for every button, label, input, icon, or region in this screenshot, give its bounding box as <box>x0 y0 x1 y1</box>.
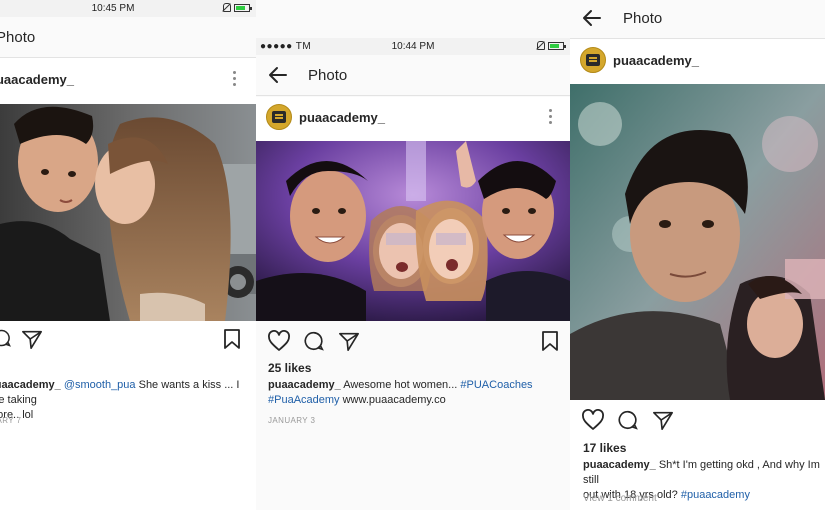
battery-icon <box>548 41 566 50</box>
back-arrow-icon[interactable] <box>582 8 602 28</box>
caption-hashtag[interactable]: #PuaAcademy <box>268 394 340 406</box>
page-title: Photo <box>623 10 663 27</box>
caption-link: www.puaacademy.co <box>339 394 446 406</box>
post-photo[interactable] <box>0 104 256 321</box>
post-header: puaacademy_ <box>256 97 570 141</box>
likes-count[interactable]: 25 likes <box>268 361 311 375</box>
status-icons <box>222 3 252 12</box>
page-title: Photo <box>0 29 36 46</box>
post-actions <box>570 406 825 436</box>
caption-mention[interactable]: @smooth_pua <box>64 379 136 391</box>
status-icons <box>536 41 566 50</box>
post-username[interactable]: puaacademy_ <box>0 72 74 87</box>
post-date: JANUARY 7 <box>0 416 22 425</box>
share-icon[interactable] <box>652 409 674 431</box>
app-bar: Photo <box>0 17 256 58</box>
bookmark-icon[interactable] <box>541 330 559 352</box>
post-date: JANUARY 3 <box>268 416 316 425</box>
more-options-icon[interactable] <box>547 109 553 127</box>
comment-icon[interactable] <box>303 330 325 352</box>
app-bar: Photo <box>570 0 825 39</box>
caption-username[interactable]: puaacademy_ <box>583 459 656 471</box>
bell-off-icon <box>222 3 231 12</box>
post-caption: puaacademy_ @smooth_pua She wants a kiss… <box>0 378 256 423</box>
post-photo[interactable] <box>570 84 825 400</box>
left-post-screen: 10:45 PM Photo puaacademy_ <box>0 0 256 510</box>
comment-icon[interactable] <box>617 409 639 431</box>
bookmark-icon[interactable] <box>223 328 241 350</box>
status-time: 10:44 PM <box>391 41 435 52</box>
battery-icon <box>234 3 252 12</box>
post-header: puaacademy_ <box>0 59 256 103</box>
view-comments-link[interactable]: View 1 comment <box>583 493 657 504</box>
page-title: Photo <box>308 67 348 84</box>
bell-off-icon <box>536 41 545 50</box>
post-actions <box>256 327 570 357</box>
avatar[interactable] <box>266 104 292 130</box>
right-post-screen: Photo puaacademy_ 17 likes puaacademy_ S… <box>570 0 825 510</box>
status-bar: 10:45 PM <box>0 0 256 17</box>
comment-icon[interactable] <box>0 328 12 348</box>
middle-post-screen: ●●●●● TM 10:44 PM Photo puaacademy_ 25 l… <box>256 0 570 510</box>
share-icon[interactable] <box>21 328 43 350</box>
caption-username[interactable]: puaacademy_ <box>0 379 61 391</box>
caption-hashtag[interactable]: #PUACoaches <box>460 379 532 391</box>
post-username[interactable]: puaacademy_ <box>299 110 385 125</box>
caption-username[interactable]: puaacademy_ <box>268 379 341 391</box>
post-username[interactable]: puaacademy_ <box>613 53 699 68</box>
post-actions <box>0 324 256 354</box>
caption-hashtag[interactable]: #puaacademy <box>681 489 750 501</box>
post-photo[interactable] <box>256 141 570 321</box>
status-time: 10:45 PM <box>91 3 135 14</box>
share-icon[interactable] <box>338 330 360 352</box>
status-bar: ●●●●● TM 10:44 PM <box>256 38 570 55</box>
heart-icon[interactable] <box>581 409 605 431</box>
back-arrow-icon[interactable] <box>268 65 288 85</box>
caption-text: Awesome hot women... <box>340 379 461 391</box>
more-options-icon[interactable] <box>231 71 237 89</box>
avatar[interactable] <box>580 47 606 73</box>
heart-icon[interactable] <box>267 330 291 352</box>
post-caption: puaacademy_ Awesome hot women... #PUACoa… <box>268 378 568 408</box>
post-header: puaacademy_ <box>570 40 825 84</box>
likes-count[interactable]: 17 likes <box>583 441 626 455</box>
app-bar: Photo <box>256 55 570 96</box>
